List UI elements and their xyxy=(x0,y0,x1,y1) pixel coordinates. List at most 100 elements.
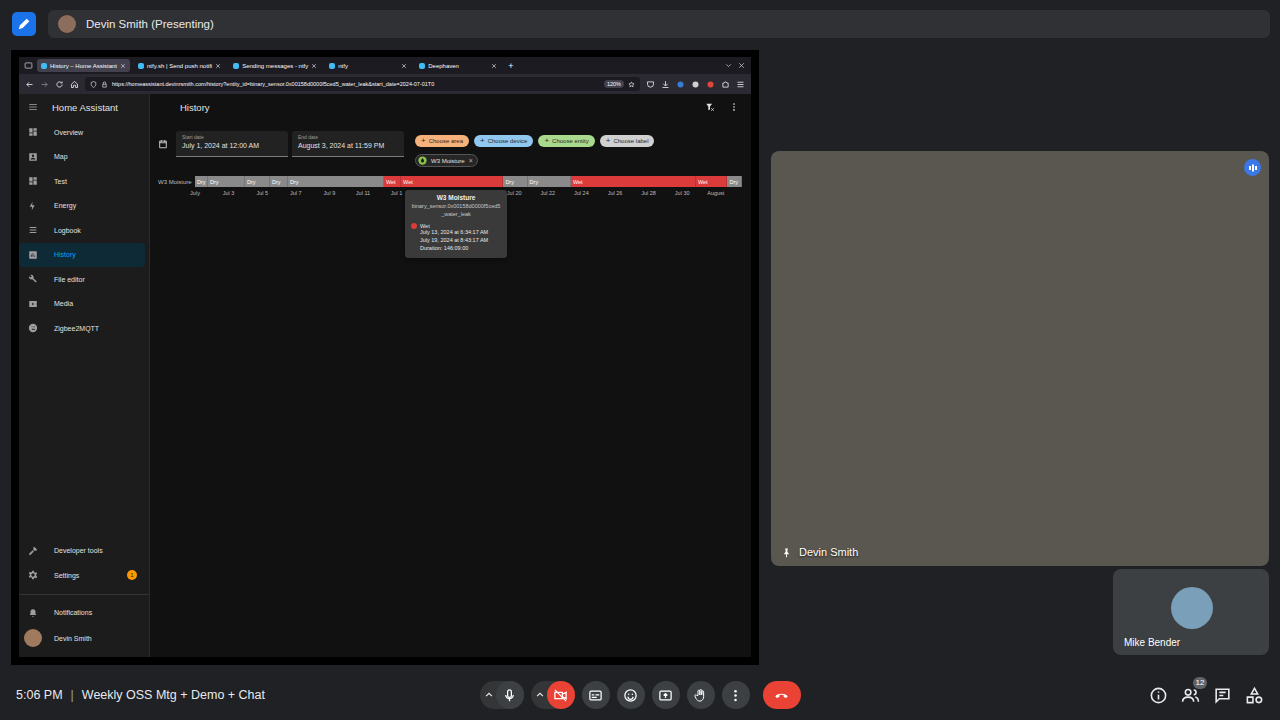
browser-tab[interactable]: Deephaven xyxy=(415,59,501,72)
back-arrow-icon[interactable] xyxy=(25,80,34,89)
timeline-segment[interactable]: Dry xyxy=(208,176,245,187)
present-button[interactable] xyxy=(652,681,680,709)
star-icon[interactable] xyxy=(628,81,635,88)
participant-tile[interactable]: Devin Smith xyxy=(771,151,1269,566)
end-date-field[interactable]: End dateAugust 3, 2024 at 11:59 PM xyxy=(292,131,404,157)
user-item[interactable]: Devin Smith xyxy=(19,625,145,651)
sidebar-item[interactable]: Settings1 xyxy=(19,563,145,588)
timeline-segment[interactable]: Dry xyxy=(195,176,208,187)
sidebar-item[interactable]: Media xyxy=(19,292,145,317)
sidebar-item[interactable]: Energy xyxy=(19,194,145,219)
timeline-segment[interactable]: Dry xyxy=(270,176,288,187)
timeline-segment[interactable]: Dry xyxy=(245,176,270,187)
activities-icon[interactable] xyxy=(1245,686,1264,705)
lock-icon[interactable] xyxy=(101,81,108,88)
add-filter-chip[interactable]: +Choose area xyxy=(415,135,469,147)
reload-icon[interactable] xyxy=(55,80,64,89)
remove-button[interactable]: × xyxy=(469,157,473,164)
close-icon[interactable] xyxy=(401,63,407,69)
entity-chip[interactable]: W3 Moisture × xyxy=(415,154,478,167)
addon-icon[interactable] xyxy=(691,80,700,89)
participant-tile[interactable]: Mike Bender xyxy=(1113,569,1269,655)
timeline-track[interactable]: DryDryDryDryDryWetWetDryDryWetWetDryW3 M… xyxy=(195,176,742,187)
chevron-down-icon[interactable] xyxy=(724,61,733,70)
notifications-item[interactable]: Notifications xyxy=(19,601,145,626)
segment-state: Dry xyxy=(197,179,206,185)
leave-call-button[interactable] xyxy=(763,681,801,709)
caret-up-icon[interactable] xyxy=(482,688,496,702)
window-close-icon[interactable] xyxy=(737,61,746,70)
sidebar-item[interactable]: Developer tools xyxy=(19,539,145,564)
state-label: Wet xyxy=(420,223,430,229)
sidebar-item[interactable]: Overview xyxy=(19,120,145,145)
pin-icon[interactable] xyxy=(781,547,792,558)
chat-icon[interactable] xyxy=(1213,686,1232,705)
add-filter-chip[interactable]: +Choose device xyxy=(474,135,533,147)
pocket-icon[interactable] xyxy=(646,80,655,89)
close-icon[interactable] xyxy=(215,63,221,69)
browser-tab[interactable]: ntfy.sh | Send push notifi xyxy=(134,59,225,72)
panel-header: History xyxy=(150,94,751,120)
tooltip-state: Wet xyxy=(411,223,501,229)
people-button[interactable]: 12 xyxy=(1181,686,1200,705)
new-tab-button[interactable]: + xyxy=(505,61,516,71)
browser-tab[interactable]: ntfy xyxy=(325,59,411,72)
tab-list-icon[interactable] xyxy=(24,61,33,70)
close-icon[interactable] xyxy=(311,63,317,69)
axis-tick: Jul 7 xyxy=(290,190,302,196)
shield-icon[interactable] xyxy=(90,81,97,88)
chip-label: W3 Moisture xyxy=(431,158,465,164)
zoom-badge[interactable]: 120% xyxy=(604,80,624,88)
address-bar[interactable]: https://homeassistant.devinrsmith.com/hi… xyxy=(85,77,640,91)
menu-icon[interactable] xyxy=(736,80,745,89)
timeline-segment[interactable]: Wet xyxy=(384,176,401,187)
close-icon[interactable] xyxy=(491,63,497,69)
participant-name-text: Mike Bender xyxy=(1124,637,1180,648)
camera-button[interactable] xyxy=(547,681,575,709)
reactions-button[interactable] xyxy=(617,681,645,709)
mic-button[interactable] xyxy=(496,681,524,709)
add-filter-chip[interactable]: +Choose label xyxy=(600,135,655,147)
sidebar-item[interactable]: Zigbee2MQTT xyxy=(19,316,145,341)
toolbar: https://homeassistant.devinrsmith.com/hi… xyxy=(19,74,751,94)
filter-remove-icon[interactable] xyxy=(705,102,715,112)
sidebar-item[interactable]: Logbook xyxy=(19,218,145,243)
presenter-chip[interactable]: Devin Smith (Presenting) xyxy=(48,10,1270,38)
tooltip-end: July 19, 2024 at 8:43:17 AM xyxy=(411,237,501,245)
sidebar-item[interactable]: History xyxy=(19,243,145,268)
shared-screen: History – Home Assistant ntfy.sh | Send p… xyxy=(11,50,759,665)
sidebar-item[interactable]: Test xyxy=(19,169,145,194)
forward-arrow-icon[interactable] xyxy=(40,80,49,89)
more-options-button[interactable] xyxy=(722,681,750,709)
addon-red-icon[interactable] xyxy=(706,80,715,89)
timeline-segment[interactable]: Dry xyxy=(727,176,741,187)
browser-tab[interactable]: History – Home Assistant xyxy=(37,59,130,72)
add-filter-chip[interactable]: +Choose entity xyxy=(538,135,594,147)
info-icon[interactable] xyxy=(1149,686,1168,705)
browser-tab[interactable]: Sending messages - ntfy xyxy=(229,59,321,72)
timeline-segment[interactable]: Dry xyxy=(503,176,527,187)
start-date-field[interactable]: Start dateJuly 1, 2024 at 12:00 AM xyxy=(176,131,288,157)
participant-tiles: Devin Smith Mike Bender xyxy=(759,48,1280,670)
hamburger-icon[interactable] xyxy=(28,102,38,112)
sidebar-item[interactable]: Map xyxy=(19,145,145,170)
extension-icon[interactable] xyxy=(676,80,685,89)
calendar-icon[interactable] xyxy=(158,139,168,149)
home-icon[interactable] xyxy=(70,80,79,89)
captions-button[interactable] xyxy=(582,681,610,709)
sidebar-item[interactable]: File editor xyxy=(19,267,145,292)
timeline-segment[interactable]: Dry xyxy=(288,176,384,187)
close-icon[interactable] xyxy=(120,63,126,69)
dashboard-icon xyxy=(28,127,38,137)
more-vertical-icon[interactable] xyxy=(729,102,739,112)
timeline-segment[interactable]: Wet xyxy=(571,176,696,187)
raise-hand-button[interactable] xyxy=(687,681,715,709)
timeline-segment[interactable]: Wet xyxy=(696,176,728,187)
tooltip-title: W3 Moisture xyxy=(411,194,501,201)
puzzle-icon[interactable] xyxy=(721,80,730,89)
timeline-segment[interactable]: Dry xyxy=(528,176,571,187)
timeline-segment[interactable]: Wet xyxy=(401,176,503,187)
download-icon[interactable] xyxy=(661,80,670,89)
caret-up-icon[interactable] xyxy=(533,688,547,702)
chip-label: Choose label xyxy=(613,138,648,144)
